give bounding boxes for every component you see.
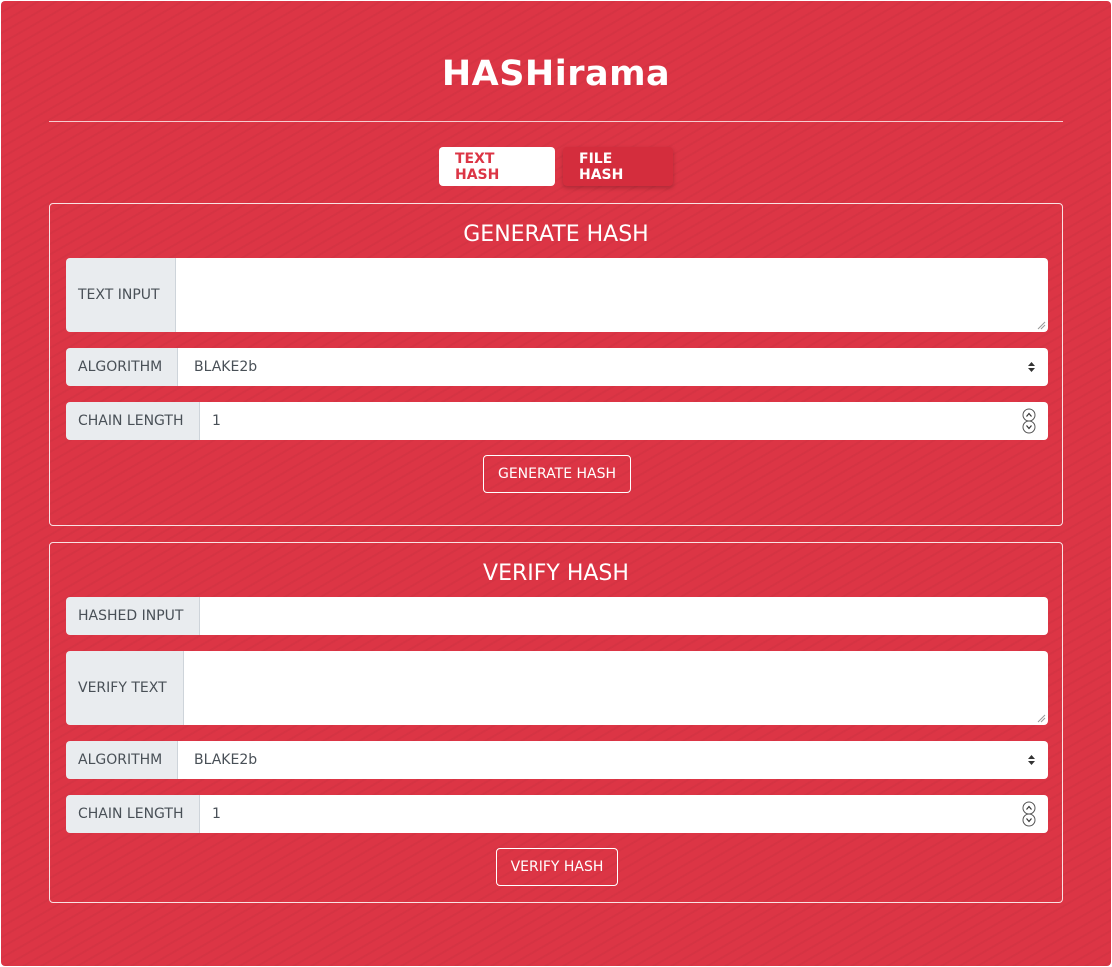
algorithm-group: ALGORITHM BLAKE2b — [66, 348, 1048, 386]
tab-text-hash[interactable]: TEXT HASH — [439, 147, 555, 186]
chain-length-label: CHAIN LENGTH — [66, 402, 200, 440]
text-input-group: TEXT INPUT — [66, 258, 1048, 332]
select-arrows-icon — [1028, 362, 1035, 372]
chain-length-group: CHAIN LENGTH 1 — [66, 402, 1048, 440]
verify-chain-length-label: CHAIN LENGTH — [66, 795, 200, 833]
verify-algorithm-select[interactable]: BLAKE2b — [178, 741, 1048, 779]
chain-length-value: 1 — [212, 413, 221, 429]
tab-file-hash[interactable]: FILE HASH — [563, 147, 673, 186]
verify-algorithm-selected-value: BLAKE2b — [194, 752, 258, 768]
verify-text-textarea[interactable] — [184, 651, 1048, 725]
resize-grip-icon[interactable] — [1036, 713, 1046, 723]
select-arrows-icon — [1028, 755, 1035, 765]
hashed-input-field[interactable] — [200, 597, 1048, 635]
verify-hash-button[interactable]: VERIFY HASH — [496, 848, 618, 886]
text-input-label: TEXT INPUT — [66, 258, 176, 332]
generate-hash-button[interactable]: GENERATE HASH — [483, 455, 631, 493]
verify-hash-panel: VERIFY HASH HASHED INPUT VERIFY TEXT ALG… — [49, 542, 1063, 903]
verify-text-group: VERIFY TEXT — [66, 651, 1048, 725]
number-spinner-icon[interactable] — [1022, 801, 1036, 827]
hash-mode-tabs: TEXT HASH FILE HASH — [1, 147, 1111, 186]
verify-algorithm-label: ALGORITHM — [66, 741, 178, 779]
verify-text-wrapper — [184, 651, 1048, 725]
verify-algorithm-group: ALGORITHM BLAKE2b — [66, 741, 1048, 779]
app-container: HASHirama TEXT HASH FILE HASH GENERATE H… — [1, 1, 1111, 966]
algorithm-select[interactable]: BLAKE2b — [178, 348, 1048, 386]
text-input-textarea[interactable] — [176, 258, 1048, 332]
title-divider — [49, 121, 1063, 122]
app-title: HASHirama — [441, 54, 671, 94]
chain-length-input[interactable]: 1 — [200, 402, 1048, 440]
verify-text-label: VERIFY TEXT — [66, 651, 184, 725]
verify-chain-length-input[interactable]: 1 — [200, 795, 1048, 833]
verify-hash-title: VERIFY HASH — [483, 561, 629, 586]
algorithm-label: ALGORITHM — [66, 348, 178, 386]
generate-hash-panel: GENERATE HASH TEXT INPUT ALGORITHM BLAKE… — [49, 203, 1063, 526]
verify-chain-length-value: 1 — [212, 806, 221, 822]
resize-grip-icon[interactable] — [1036, 320, 1046, 330]
generate-hash-title: GENERATE HASH — [463, 222, 649, 247]
algorithm-selected-value: BLAKE2b — [194, 359, 258, 375]
text-input-wrapper — [176, 258, 1048, 332]
hashed-input-wrapper — [200, 597, 1048, 635]
hashed-input-label: HASHED INPUT — [66, 597, 200, 635]
number-spinner-icon[interactable] — [1022, 408, 1036, 434]
verify-chain-length-group: CHAIN LENGTH 1 — [66, 795, 1048, 833]
hashed-input-group: HASHED INPUT — [66, 597, 1048, 635]
